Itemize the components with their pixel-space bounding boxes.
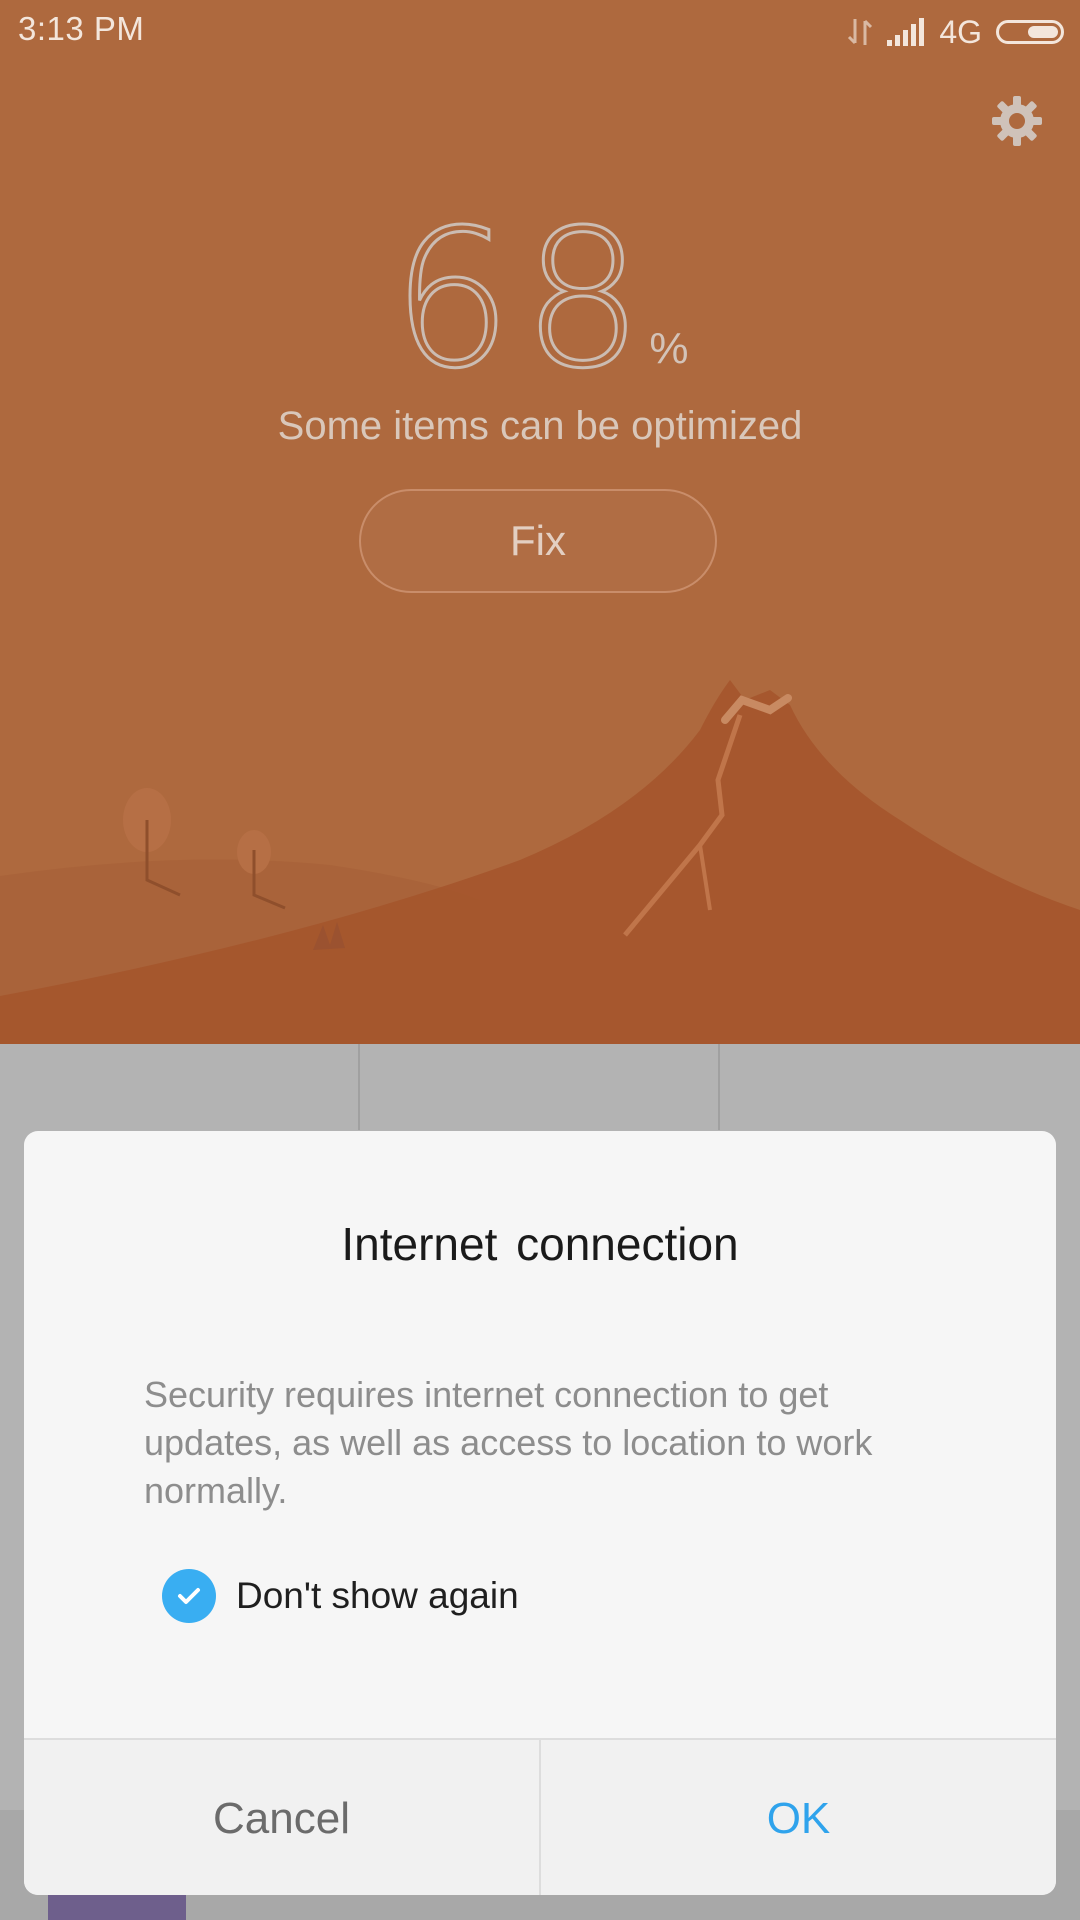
battery-icon — [996, 20, 1064, 44]
dont-show-again-label: Don't show again — [236, 1575, 519, 1616]
security-score: 68% — [0, 189, 1080, 410]
security-header: 3:13 PM 4G 68% Some items can be optimiz… — [0, 0, 1080, 1044]
fix-button[interactable]: Fix — [359, 489, 717, 593]
cancel-button[interactable]: Cancel — [24, 1740, 541, 1895]
check-icon — [178, 1588, 200, 1604]
dont-show-again-option[interactable]: Don't show again — [162, 1568, 519, 1624]
dialog-actions: Cancel OK — [24, 1738, 1056, 1895]
dont-show-again-checkbox[interactable] — [162, 1569, 216, 1623]
status-time: 3:13 PM — [18, 10, 145, 47]
internet-connection-dialog: Internet connection Security requires in… — [24, 1131, 1056, 1895]
score-unit: % — [649, 324, 689, 373]
dialog-title: Internet connection — [341, 1218, 739, 1270]
score-value: 68 — [390, 189, 654, 410]
network-type: 4G — [939, 13, 982, 50]
score-caption: Some items can be optimized — [277, 404, 803, 448]
dialog-message: Security requires internet connection to… — [144, 1374, 873, 1511]
gear-icon[interactable] — [990, 94, 1044, 148]
mountain-illustration — [0, 680, 1080, 1044]
data-transfer-icon — [848, 19, 873, 45]
ok-button[interactable]: OK — [541, 1740, 1056, 1895]
status-bar: 3:13 PM 4G — [0, 0, 1080, 62]
signal-icon — [887, 18, 925, 46]
status-indicators: 4G — [847, 12, 1064, 52]
